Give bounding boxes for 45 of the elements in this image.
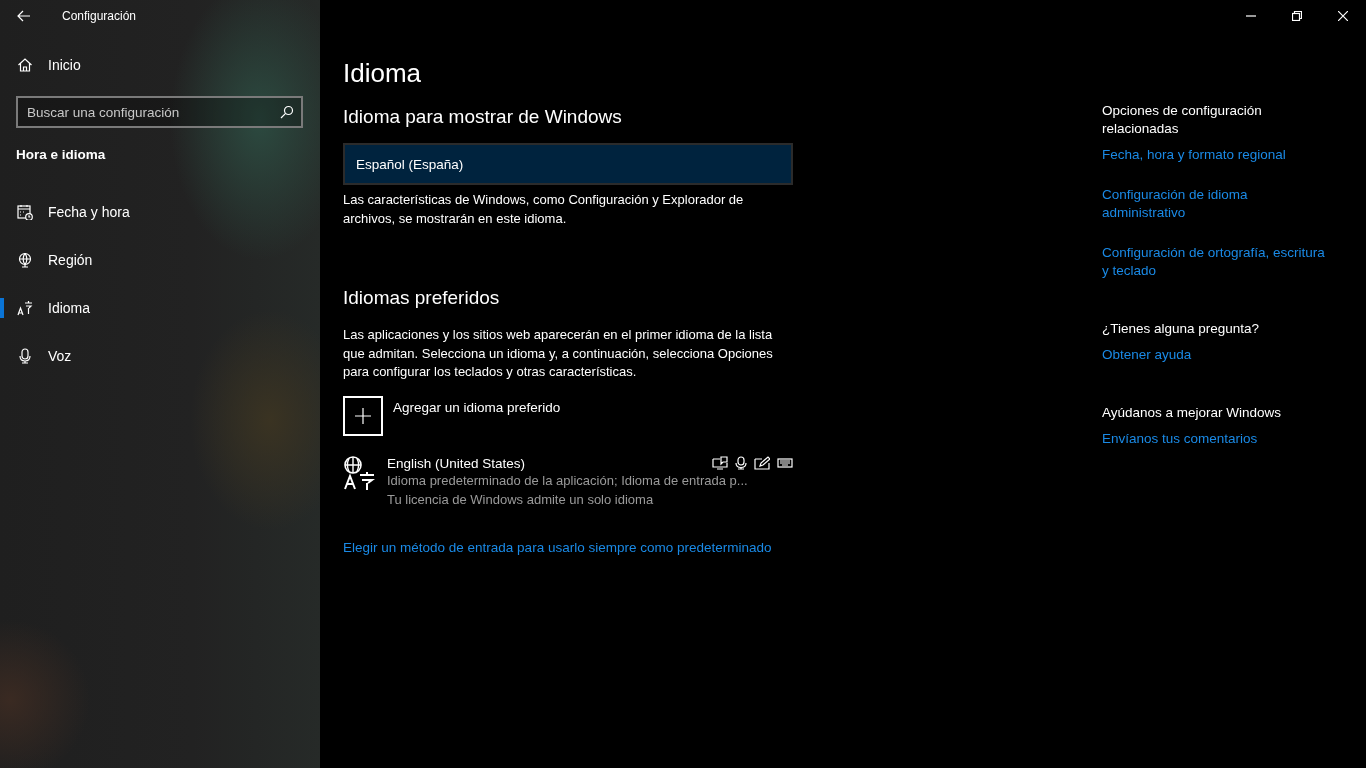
section-heading: Idioma para mostrar de Windows xyxy=(343,105,623,129)
page-title: Idioma xyxy=(343,58,423,88)
language-detail-text: Idioma predeterminado de la aplicación; Idioma de entrada p... xyxy=(387,471,749,490)
language-list-item[interactable]: English (United States) Idioma predeterminado de la aplicación; Idioma de entrada p... Tu licencia de Windows admite un solo idioma xyxy=(343,455,793,509)
language-icon xyxy=(17,300,33,316)
keyboard-icon xyxy=(777,456,793,470)
globe-icon xyxy=(17,252,33,268)
sidebar-nav-item[interactable]: Fecha y hora xyxy=(0,188,138,236)
add-language-button[interactable] xyxy=(343,395,383,436)
language-icon xyxy=(343,455,375,490)
license-text: Tu licencia de Windows admite un solo idioma xyxy=(387,490,655,509)
sidebar-nav-item[interactable]: Voz xyxy=(0,332,80,380)
related-heading: Ayúdanos a mejorar Windows xyxy=(1102,404,1283,422)
language-dropdown[interactable]: Español (España) xyxy=(343,143,793,185)
description-text: Las aplicaciones y los sitios web aparecerán en el primer idioma de la lista que admitan. Selecciona un idioma y, a continuación, selecciona Opciones para configurar los teclados y otras características. xyxy=(343,326,774,381)
related-link[interactable]: Obtener ayuda xyxy=(1102,346,1327,364)
description-text: Las características de Windows, como Configuración y Explorador de archivos, se mostrarán en este idioma. xyxy=(343,191,745,228)
microphone-icon xyxy=(735,456,747,470)
window-title: Configuración xyxy=(62,9,137,23)
related-link[interactable]: Envíanos tus comentarios xyxy=(1102,430,1327,448)
input-method-link[interactable]: Elegir un método de entrada para usarlo siempre como predeterminado xyxy=(343,538,793,557)
section-heading: Idiomas preferidos xyxy=(343,286,501,310)
display-chat-icon xyxy=(712,456,728,470)
related-heading: ¿Tienes alguna pregunta? xyxy=(1102,320,1261,338)
back-button[interactable] xyxy=(17,10,31,22)
related-link[interactable]: Configuración de idioma administrativo xyxy=(1102,186,1327,222)
search-field[interactable]: Buscar una configuración xyxy=(16,96,303,128)
related-link[interactable]: Fecha, hora y formato regional xyxy=(1102,146,1327,164)
restore-icon xyxy=(1292,11,1302,21)
section-heading: Hora e idioma xyxy=(15,146,107,164)
related-heading: Opciones de configuración relacionadas xyxy=(1102,102,1263,138)
plus-icon xyxy=(355,407,371,424)
sidebar-nav-item[interactable]: Idioma xyxy=(0,284,99,332)
language-name: English (United States) xyxy=(387,455,526,471)
back-arrow-icon xyxy=(17,10,31,22)
related-link[interactable]: Configuración de ortografía, escritura y teclado xyxy=(1102,244,1327,280)
close-icon xyxy=(1338,11,1348,21)
calendar-clock-icon xyxy=(17,204,33,220)
add-language-label: Agregar un idioma preferido xyxy=(393,399,561,417)
pen-icon xyxy=(754,456,770,470)
home-icon xyxy=(17,57,33,73)
home-nav-item[interactable]: Inicio xyxy=(0,41,320,89)
sidebar-nav-item[interactable]: Región xyxy=(0,236,101,284)
microphone-icon xyxy=(17,348,33,364)
search-icon xyxy=(280,105,294,119)
